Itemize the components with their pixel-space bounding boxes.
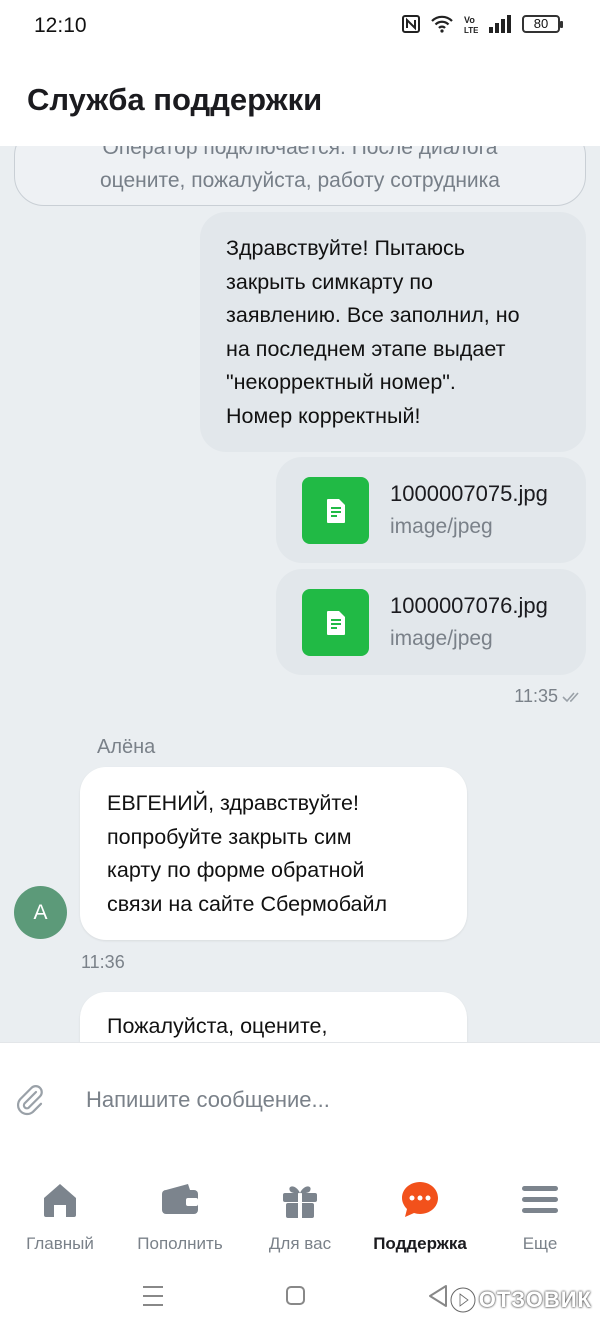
tab-label: Для вас: [268, 1234, 332, 1253]
volte-icon: VoLTE: [464, 15, 478, 34]
message-time: 11:35: [514, 686, 558, 706]
tab-for-you[interactable]: Для вас: [240, 1178, 360, 1258]
chat-messages[interactable]: Оператор подключается. После диалога оце…: [0, 146, 600, 1042]
status-bar: 12:10 Vo LTE 80: [0, 0, 600, 54]
home-button-icon[interactable]: [284, 1282, 308, 1310]
incoming-message[interactable]: Пожалуйста, оцените,: [80, 992, 467, 1042]
watermark-logo-icon: [449, 1286, 477, 1314]
tab-home[interactable]: Главный: [0, 1178, 120, 1258]
file-attachment[interactable]: 1000007075.jpg image/jpeg: [276, 457, 586, 563]
watermark-text: ОТЗОВИК: [478, 1287, 592, 1312]
status-time: 12:10: [34, 14, 87, 37]
svg-text:LTE: LTE: [464, 26, 478, 34]
message-input[interactable]: [74, 1075, 554, 1125]
paperclip-icon[interactable]: [14, 1083, 46, 1117]
watermark: ОТЗОВИК: [449, 1286, 592, 1314]
double-check-icon: [562, 691, 579, 702]
outgoing-timestamp: 11:35: [514, 686, 582, 707]
bottom-tab-bar: Главный Пополнить Для вас Поддержка Еще: [0, 1158, 600, 1266]
wifi-icon: [431, 15, 453, 33]
operator-name: Алёна: [97, 736, 156, 758]
file-attachment[interactable]: 1000007076.jpg image/jpeg: [276, 569, 586, 675]
status-icons: Vo LTE 80: [402, 14, 563, 34]
tab-support[interactable]: Поддержка: [360, 1178, 480, 1258]
incoming-timestamp: 11:36: [81, 952, 125, 972]
tab-top-up[interactable]: Пополнить: [120, 1178, 240, 1258]
nfc-icon: [402, 15, 420, 33]
tab-more[interactable]: Еще: [480, 1178, 600, 1258]
document-icon: [302, 589, 369, 656]
app-header: Служба поддержки: [0, 54, 600, 146]
signal-icon: [489, 15, 511, 33]
tab-label: Пополнить: [137, 1234, 223, 1253]
file-type: image/jpeg: [390, 627, 493, 650]
svg-text:Vo: Vo: [464, 15, 475, 25]
system-nav-bar: ОТЗОВИК: [0, 1266, 600, 1333]
file-name: 1000007075.jpg: [390, 481, 548, 506]
tab-label: Еще: [522, 1234, 558, 1253]
gift-icon: [283, 1186, 317, 1218]
back-icon[interactable]: [426, 1282, 450, 1310]
page-title: Служба поддержки: [27, 82, 323, 117]
system-message: Оператор подключается. После диалога оце…: [14, 146, 586, 206]
recent-apps-icon[interactable]: [140, 1282, 166, 1310]
file-type: image/jpeg: [390, 515, 493, 538]
document-icon: [302, 477, 369, 544]
outgoing-message[interactable]: Здравствуйте! Пытаюсь закрыть симкарту п…: [200, 212, 586, 452]
incoming-message[interactable]: ЕВГЕНИЙ, здравствуйте! попробуйте закрыт…: [80, 767, 467, 940]
chat-bubble-icon: [402, 1182, 438, 1217]
avatar-initial: А: [33, 900, 48, 924]
home-icon: [44, 1184, 76, 1217]
avatar: А: [14, 886, 67, 939]
wallet-icon: [162, 1184, 198, 1214]
tab-label: Главный: [26, 1234, 94, 1253]
tab-label: Поддержка: [373, 1234, 467, 1253]
battery-icon: 80: [522, 15, 563, 33]
file-name: 1000007076.jpg: [390, 593, 548, 618]
menu-icon: [522, 1186, 558, 1213]
message-composer: [0, 1042, 600, 1158]
